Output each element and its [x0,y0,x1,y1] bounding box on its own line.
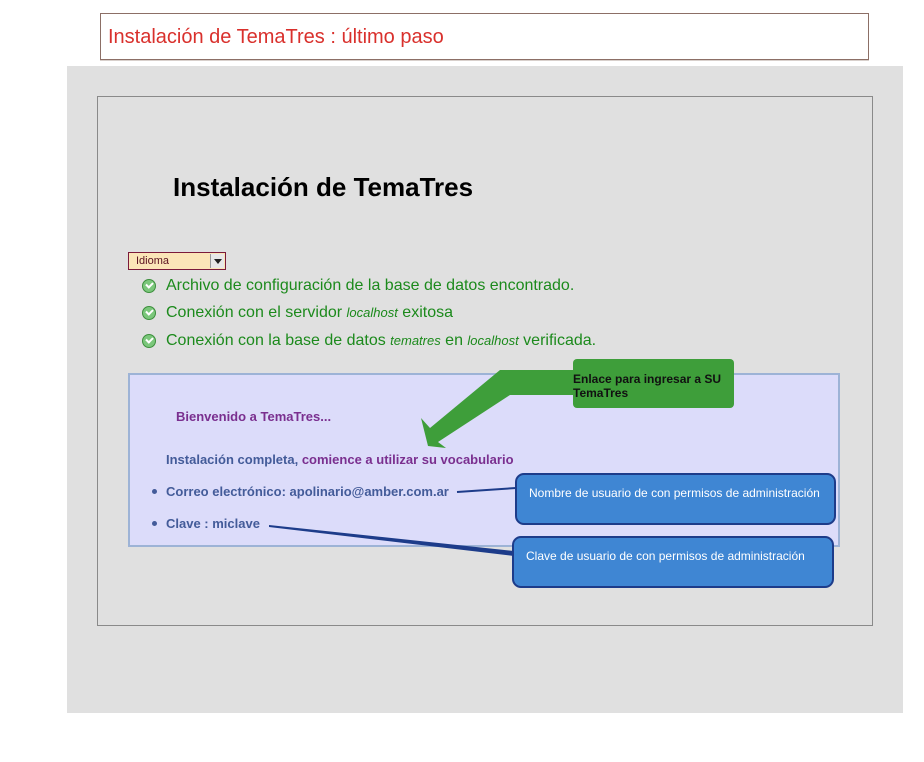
password-annotation-text: Clave de usuario de con permisos de admi… [526,549,805,563]
password-pointer-line [269,525,514,556]
user-annotation-callout: Nombre de usuario de con permisos de adm… [515,473,836,525]
green-arrow-icon [421,370,573,448]
link-annotation-text: Enlace para ingresar a SU TemaTres [573,372,722,400]
password-annotation-callout: Clave de usuario de con permisos de admi… [512,536,834,588]
user-pointer-line [456,487,517,493]
annotation-arrows [269,370,573,556]
link-annotation-callout: Enlace para ingresar a SU TemaTres [573,359,734,408]
user-annotation-text: Nombre de usuario de con permisos de adm… [529,486,820,500]
